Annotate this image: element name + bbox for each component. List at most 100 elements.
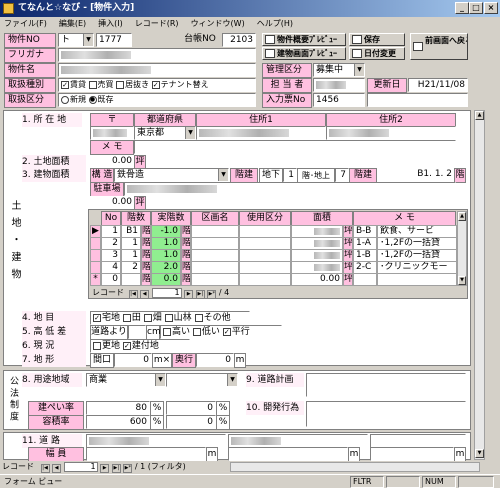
horizontal-scrollbar[interactable] — [230, 462, 480, 472]
chk-sarachi[interactable]: 更地 — [93, 341, 120, 351]
cell-no[interactable]: 0 — [101, 273, 121, 286]
todofuken-select[interactable]: 東京都 ▼ — [134, 126, 196, 140]
floor-table-scrollbar[interactable]: ▲ ▼ — [457, 211, 467, 286]
dropdown-arrow-icon[interactable]: ▼ — [218, 169, 228, 181]
yoto-select[interactable]: 商業 ▼ — [86, 373, 166, 387]
yubin-field[interactable] — [90, 126, 134, 140]
parking-field[interactable] — [124, 182, 456, 196]
nyuryoku-extra[interactable] — [367, 93, 468, 107]
scroll-up-icon[interactable]: ▲ — [475, 111, 484, 120]
road-field-3[interactable] — [370, 434, 466, 448]
floors-field[interactable]: B1. 1. 2 — [378, 168, 454, 182]
daicho-field[interactable]: 2103 — [222, 33, 256, 47]
first-record-icon[interactable]: |◀ — [40, 464, 50, 473]
overview-preview-button[interactable]: 物件概要ﾌﾟﾚﾋﾞｭｰ — [262, 33, 346, 46]
fukuin-field-1[interactable] — [86, 447, 206, 461]
dropdown-arrow-icon[interactable]: ▼ — [185, 127, 195, 139]
chk-tatetsukichi[interactable]: ✓ 建付地 — [122, 341, 159, 351]
cell-kaisu[interactable] — [121, 273, 141, 286]
save-button[interactable]: 保存 — [349, 33, 405, 46]
first-record-icon[interactable]: |◀ — [128, 290, 138, 299]
road-field-2[interactable] — [228, 434, 368, 448]
cell-jitsukai[interactable]: 0.0 — [151, 273, 181, 286]
height-diff-field[interactable] — [128, 325, 146, 339]
furigana-field[interactable] — [58, 48, 256, 62]
land-area-field[interactable]: 0.00 — [90, 155, 134, 169]
chk-chintai[interactable]: ✓ 賃貸 — [61, 80, 86, 89]
new-record-icon[interactable]: ▶* — [207, 290, 217, 299]
yoseki-field-2[interactable]: 0 — [166, 415, 216, 429]
scroll-up-icon[interactable]: ▲ — [458, 212, 466, 221]
chk-heiko[interactable]: ✓ 平行 — [222, 327, 250, 337]
chijo-field[interactable]: 7 — [335, 168, 349, 182]
yoto-select-2[interactable]: ▼ — [166, 373, 238, 387]
chk-takuchi[interactable]: ✓ 宅地 — [93, 313, 120, 323]
scroll-down-icon[interactable]: ▼ — [475, 449, 484, 458]
prev-screen-button[interactable]: 前画面へ戻る — [410, 33, 468, 60]
chika-field[interactable]: 1 — [283, 168, 297, 182]
yoseki-field[interactable]: 600 — [86, 415, 150, 429]
cell-code[interactable] — [353, 273, 377, 286]
kenpei-field[interactable]: 80 — [86, 401, 150, 415]
menu-insert[interactable]: 挿入(I) — [96, 17, 125, 30]
bukken-name-field[interactable] — [58, 63, 256, 77]
next-record-icon[interactable]: ▶ — [100, 464, 110, 473]
maximize-button[interactable]: □ — [469, 2, 483, 14]
main-vertical-scrollbar[interactable]: ▲ ▼ — [474, 110, 485, 460]
table-row[interactable]: * 0 階 0.0 階 0.00 坪 — [90, 273, 460, 286]
radio-shinki[interactable]: 新規 — [61, 95, 86, 104]
dropdown-arrow-icon[interactable]: ▼ — [354, 64, 364, 76]
koshin-field[interactable]: H21/11/08 — [408, 78, 468, 92]
chk-hikui[interactable]: 低い — [192, 327, 220, 337]
tanto-field[interactable] — [313, 78, 365, 92]
chk-ta[interactable]: 田 — [122, 313, 141, 323]
date-change-button[interactable]: 日付変更 — [349, 47, 405, 60]
jusho1-field[interactable] — [196, 126, 326, 140]
bukken-no-prefix[interactable]: ト ▼ — [58, 33, 94, 47]
minimize-button[interactable]: _ — [455, 2, 469, 14]
s10-field[interactable] — [306, 401, 466, 427]
next-record-icon[interactable]: ▶ — [184, 290, 194, 299]
building-preview-button[interactable]: 建物画面ﾌﾟﾚﾋﾞｭｰ — [262, 47, 346, 60]
cell-memo[interactable] — [377, 273, 457, 286]
nyuryoku-field[interactable]: 1456 — [313, 93, 365, 107]
chk-hatake[interactable]: 畑 — [143, 313, 162, 323]
chk-sonota[interactable]: その他 — [194, 313, 231, 323]
maguchi-field[interactable]: 0 — [114, 353, 152, 367]
dropdown-arrow-icon[interactable]: ▼ — [155, 374, 165, 386]
chk-takai[interactable]: 高い — [163, 327, 190, 337]
bukken-no-field[interactable]: 1777 — [96, 33, 132, 47]
chk-sanrin[interactable]: 山林 — [164, 313, 192, 323]
kanri-select[interactable]: 募集中 ▼ — [313, 63, 365, 77]
close-button[interactable]: × — [484, 2, 498, 14]
menu-record[interactable]: レコード(R) — [133, 17, 181, 30]
chk-tenant[interactable]: ✓ テナント替え — [151, 80, 209, 89]
cell-shiyo[interactable] — [239, 273, 291, 286]
last-record-icon[interactable]: ▶| — [195, 290, 205, 299]
cell-kukaku[interactable] — [191, 273, 239, 286]
dropdown-arrow-icon[interactable]: ▼ — [83, 34, 93, 46]
jusho2-field[interactable] — [326, 126, 456, 140]
menu-help[interactable]: ヘルプ(H) — [255, 17, 295, 30]
chk-baibai[interactable]: 売買 — [88, 80, 114, 89]
scroll-down-icon[interactable]: ▼ — [458, 276, 466, 285]
record-number-field[interactable]: 1 — [151, 288, 182, 298]
prev-record-icon[interactable]: ◀ — [52, 464, 62, 473]
kenpei-field-2[interactable]: 0 — [166, 401, 216, 415]
s9-field[interactable] — [306, 373, 466, 397]
cell-menseki[interactable]: 0.00 — [291, 273, 343, 286]
last-record-icon[interactable]: ▶| — [111, 464, 121, 473]
menu-window[interactable]: ウィンドウ(W) — [189, 17, 247, 30]
new-record-icon[interactable]: ▶* — [123, 464, 133, 473]
fukuin-field-2[interactable] — [228, 447, 348, 461]
s1-memo-field[interactable] — [134, 140, 456, 154]
prev-record-icon[interactable]: ◀ — [140, 290, 150, 299]
radio-kison[interactable]: ● 既存 — [88, 95, 114, 104]
main-record-number[interactable]: 1 — [63, 462, 98, 472]
fukuin-field-3[interactable] — [370, 447, 454, 461]
menu-edit[interactable]: 編集(E) — [57, 17, 88, 30]
building-area-field[interactable]: 0.00 — [90, 196, 134, 210]
chk-inuki[interactable]: 居抜き — [116, 80, 149, 89]
okuyuki-field[interactable]: 0 — [196, 353, 234, 367]
row-selector[interactable]: * — [90, 273, 101, 286]
